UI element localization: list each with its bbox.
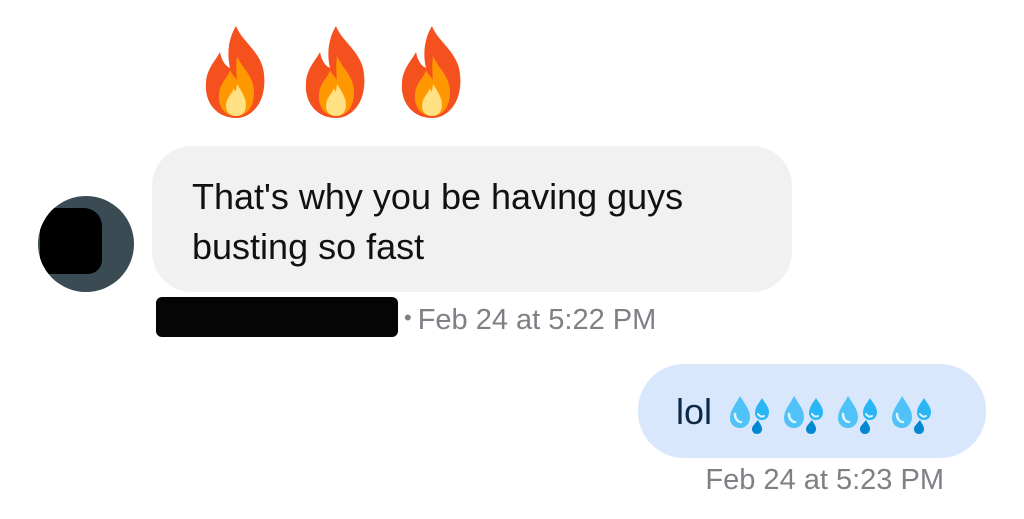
incoming-message-meta: • Feb 24 at 5:22 PM	[404, 300, 656, 338]
sweat-droplets-icon	[726, 394, 774, 434]
sweat-droplets-icon	[780, 394, 828, 434]
outgoing-timestamp: Feb 24 at 5:23 PM	[705, 464, 944, 496]
outgoing-message-bubble[interactable]: lol	[638, 364, 986, 458]
incoming-timestamp: Feb 24 at 5:22 PM	[417, 304, 657, 336]
sender-name-redacted	[156, 297, 398, 337]
incoming-message-bubble[interactable]: That's why you be having guys busting so…	[152, 146, 792, 292]
sender-avatar[interactable]	[38, 196, 134, 292]
meta-separator: •	[404, 305, 412, 330]
sweat-droplets-icon	[834, 394, 882, 434]
fire-icon	[296, 22, 378, 122]
outgoing-message-text: lol	[676, 391, 713, 432]
emoji-group	[726, 394, 936, 434]
redaction-mark	[40, 208, 102, 274]
fire-icon	[196, 22, 278, 122]
incoming-message-text: That's why you be having guys busting so…	[192, 176, 684, 267]
sweat-droplets-icon	[888, 394, 936, 434]
fire-icon	[392, 22, 474, 122]
